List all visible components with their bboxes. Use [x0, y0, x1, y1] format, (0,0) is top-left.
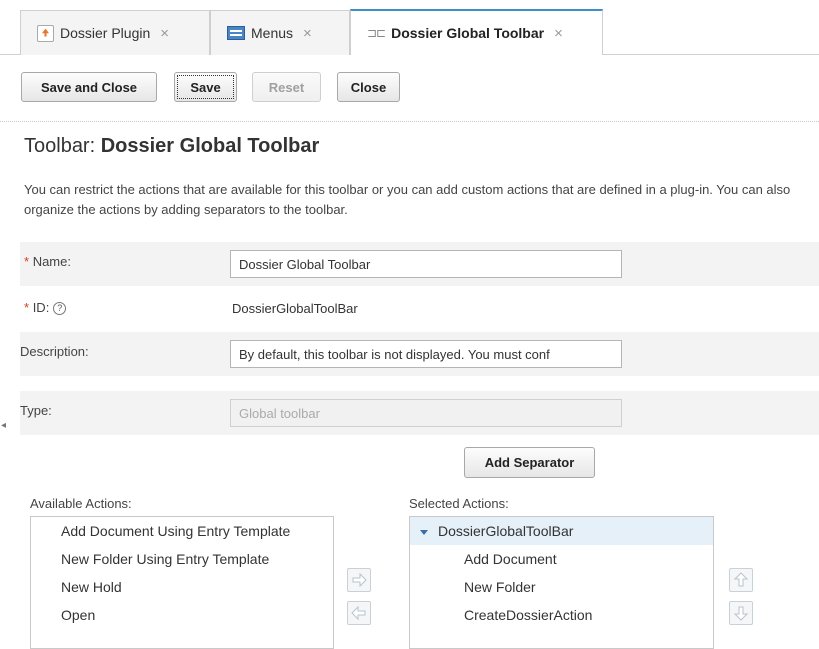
name-label: * Name:: [24, 254, 71, 269]
tree-root-node[interactable]: DossierGlobalToolBar: [410, 517, 713, 545]
selected-actions-label: Selected Actions:: [409, 496, 509, 511]
arrow-right-icon: [352, 572, 367, 588]
type-field: [230, 399, 622, 427]
available-actions-label: Available Actions:: [30, 496, 132, 511]
tab-menus[interactable]: Menus ×: [210, 10, 350, 55]
tab-dossier-global-toolbar[interactable]: ⊐⊏ Dossier Global Toolbar ×: [350, 9, 603, 55]
tab-label: Menus: [251, 25, 294, 41]
menus-icon: [227, 26, 245, 40]
page-title: Toolbar: Dossier Global Toolbar: [24, 135, 319, 158]
save-and-close-button[interactable]: Save and Close: [21, 72, 157, 102]
id-row: * ID:? DossierGlobalToolBar: [20, 288, 819, 332]
description-row: Description:: [20, 332, 819, 376]
description-label: Description:: [20, 344, 89, 359]
move-down-button[interactable]: [729, 601, 753, 625]
toolbar-icon: ⊐⊏: [367, 26, 386, 40]
tree-child-item[interactable]: Add Document: [410, 545, 713, 573]
list-item[interactable]: Add Document Using Entry Template: [31, 517, 333, 545]
close-button[interactable]: Close: [337, 72, 400, 102]
type-row: Type:: [20, 391, 819, 435]
tab-bar-divider: [0, 54, 20, 55]
id-label: * ID:?: [24, 300, 67, 316]
tab-label: Dossier Global Toolbar: [391, 25, 545, 41]
selected-actions-tree[interactable]: DossierGlobalToolBar Add Document New Fo…: [409, 516, 714, 649]
move-right-button[interactable]: [347, 568, 371, 592]
close-icon[interactable]: ×: [554, 25, 563, 42]
action-button-bar: Save and Close Save Reset Close: [0, 62, 819, 122]
expand-caret-icon[interactable]: [420, 529, 428, 535]
required-marker: *: [24, 254, 30, 269]
list-item[interactable]: New Hold: [31, 573, 333, 601]
collapse-handle-icon[interactable]: ◂: [1, 420, 6, 431]
required-marker: *: [24, 300, 30, 315]
name-row: * Name:: [20, 242, 819, 286]
close-icon[interactable]: ×: [303, 25, 312, 42]
arrow-left-icon: [351, 605, 366, 621]
help-icon[interactable]: ?: [53, 302, 67, 316]
arrow-down-icon: [733, 606, 749, 621]
tree-child-item[interactable]: CreateDossierAction: [410, 601, 713, 629]
tab-dossier-plugin[interactable]: Dossier Plugin ×: [20, 10, 210, 55]
tree-child-item[interactable]: New Folder: [410, 573, 713, 601]
tree-root-label: DossierGlobalToolBar: [438, 523, 574, 539]
arrow-up-icon: [733, 572, 749, 587]
id-value: DossierGlobalToolBar: [232, 301, 358, 316]
move-left-button[interactable]: [347, 601, 371, 625]
close-icon[interactable]: ×: [160, 25, 169, 42]
tab-bar-divider: [603, 54, 819, 55]
add-separator-button[interactable]: Add Separator: [464, 447, 595, 478]
plugin-icon: [37, 24, 54, 42]
page-title-prefix: Toolbar:: [24, 135, 96, 157]
name-field[interactable]: [230, 250, 622, 278]
page-description: You can restrict the actions that are av…: [24, 182, 791, 217]
description-field[interactable]: [230, 340, 622, 368]
type-label: Type:: [20, 403, 52, 418]
move-up-button[interactable]: [729, 568, 753, 592]
tab-bar: Dossier Plugin × Menus × ⊐⊏ Dossier Glob…: [0, 0, 819, 62]
available-actions-list[interactable]: Add Document Using Entry Template New Fo…: [30, 516, 334, 649]
save-button[interactable]: Save: [174, 72, 237, 102]
reset-button[interactable]: Reset: [252, 72, 321, 102]
list-item[interactable]: Open: [31, 601, 333, 629]
page-title-name: Dossier Global Toolbar: [100, 135, 320, 157]
tab-label: Dossier Plugin: [60, 25, 151, 41]
list-item[interactable]: New Folder Using Entry Template: [31, 545, 333, 573]
